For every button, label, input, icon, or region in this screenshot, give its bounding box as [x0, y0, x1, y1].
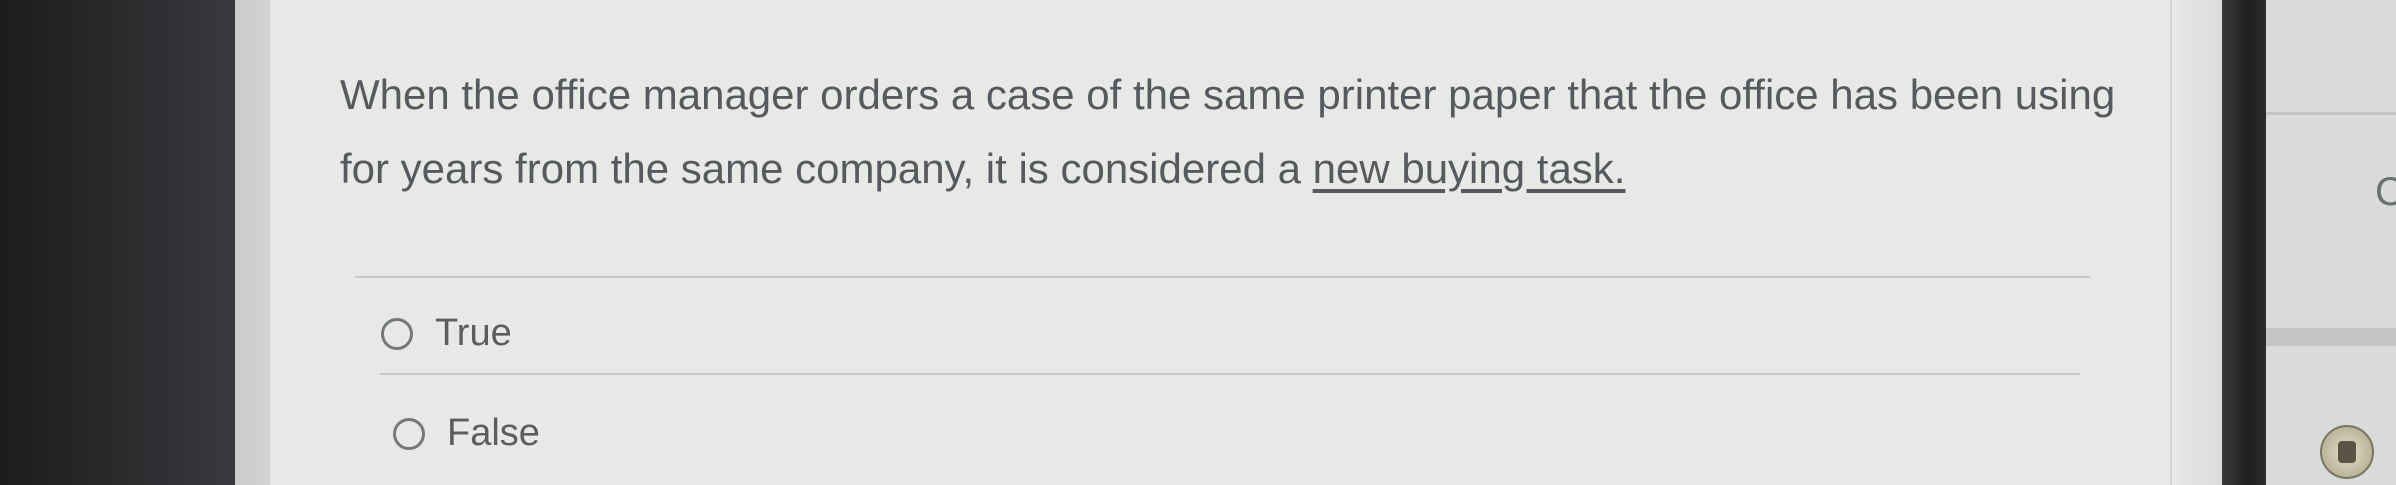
question-text-main: When the office manager orders a case of…: [340, 71, 2116, 192]
question-divider: [355, 276, 2090, 278]
monitor-bezel-left: [0, 0, 250, 485]
option-label-false: False: [447, 412, 540, 454]
monitor-bezel-right: [2222, 0, 2266, 485]
side-panel: [2266, 0, 2396, 485]
option-label-true: True: [435, 312, 512, 354]
question-text: When the office manager orders a case of…: [340, 58, 2130, 206]
radio-circle-icon[interactable]: [381, 317, 413, 350]
side-panel-band: [2266, 328, 2396, 346]
side-panel-letter: C: [2375, 170, 2396, 214]
trash-glyph-icon: [2338, 441, 2356, 463]
option-false[interactable]: False: [393, 412, 540, 455]
side-panel-divider: [2266, 112, 2396, 115]
radio-circle-icon[interactable]: [393, 417, 425, 450]
option-divider: [380, 373, 2080, 375]
option-true[interactable]: True: [381, 312, 512, 355]
question-emphasis: new buying task.: [1312, 145, 1626, 192]
trash-icon[interactable]: [2320, 425, 2374, 479]
